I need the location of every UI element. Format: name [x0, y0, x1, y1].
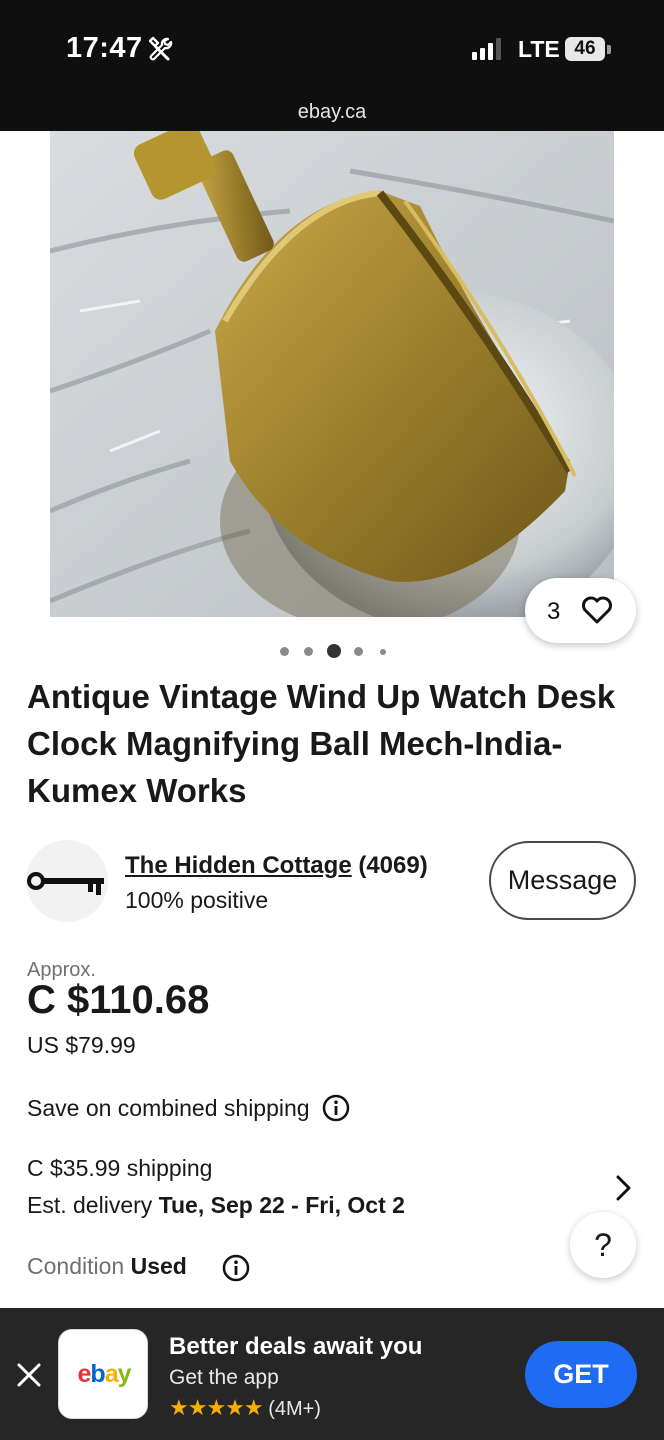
banner-title: Better deals await you: [169, 1333, 423, 1360]
favorites-count: 3: [547, 598, 561, 625]
shipping-cost: C $35.99 shipping: [27, 1155, 213, 1181]
ebay-logo: ebay: [77, 1360, 132, 1388]
image-gallery[interactable]: [0, 131, 664, 617]
seller-feedback-count: (4069): [358, 852, 428, 879]
star-rating-icon: ★★★★★: [169, 1395, 264, 1420]
browser-url[interactable]: ebay.ca: [0, 101, 664, 124]
combined-shipping: Save on combined shipping: [27, 1094, 350, 1122]
gallery-pagination: [0, 644, 664, 658]
network-type: LTE: [518, 36, 560, 62]
help-button[interactable]: ?: [570, 1212, 636, 1278]
battery-tip: [607, 45, 611, 54]
seller-info: The Hidden Cottage (4069): [125, 852, 428, 880]
info-icon[interactable]: [322, 1094, 350, 1122]
pagination-dot[interactable]: [354, 647, 363, 656]
price-usd: US $79.99: [27, 1032, 136, 1058]
banner-subtitle: Get the app: [169, 1366, 279, 1389]
battery-indicator: 46: [565, 37, 605, 61]
ebay-app-icon: ebay: [58, 1329, 148, 1419]
delivery-dates: Tue, Sep 22 - Fri, Oct 2: [158, 1192, 405, 1218]
watch-button[interactable]: 3: [525, 578, 636, 643]
rating-count: (4M+): [268, 1398, 321, 1420]
message-seller-button[interactable]: Message: [489, 841, 636, 920]
close-icon[interactable]: [14, 1360, 44, 1390]
get-app-button[interactable]: GET: [525, 1341, 637, 1408]
chevron-right-icon[interactable]: [612, 1174, 636, 1202]
seller-name-link[interactable]: The Hidden Cottage: [125, 852, 352, 879]
signal-bars-icon: [472, 38, 501, 60]
seller-avatar[interactable]: [26, 840, 108, 922]
condition-row: Condition Used: [27, 1253, 187, 1280]
status-time: 17:47: [66, 32, 143, 64]
pagination-dot[interactable]: [380, 649, 386, 655]
seller-feedback-percent: 100% positive: [125, 887, 269, 913]
condition-value: Used: [130, 1253, 187, 1279]
skeleton-key-icon: [27, 872, 104, 895]
status-bar: 17:47 LTE 46 ebay.ca: [0, 0, 664, 131]
pagination-dot[interactable]: [280, 647, 289, 656]
pagination-dot[interactable]: [304, 647, 313, 656]
delivery-prefix: Est. delivery: [27, 1192, 159, 1218]
listing-title: Antique Vintage Wind Up Watch Desk Clock…: [27, 678, 616, 809]
pagination-dot-active[interactable]: [327, 644, 341, 658]
combined-shipping-label: Save on combined shipping: [27, 1095, 310, 1121]
app-rating: ★★★★★ (4M+): [169, 1395, 321, 1421]
estimated-delivery: Est. delivery Tue, Sep 22 - Fri, Oct 2: [27, 1192, 405, 1219]
product-image[interactable]: [50, 131, 614, 617]
condition-label: Condition: [27, 1253, 125, 1279]
price-cad: C $110.68: [27, 978, 210, 1022]
info-icon[interactable]: [222, 1254, 250, 1282]
heart-outline-icon: [582, 596, 612, 624]
hammer-wrench-icon: [148, 36, 173, 61]
